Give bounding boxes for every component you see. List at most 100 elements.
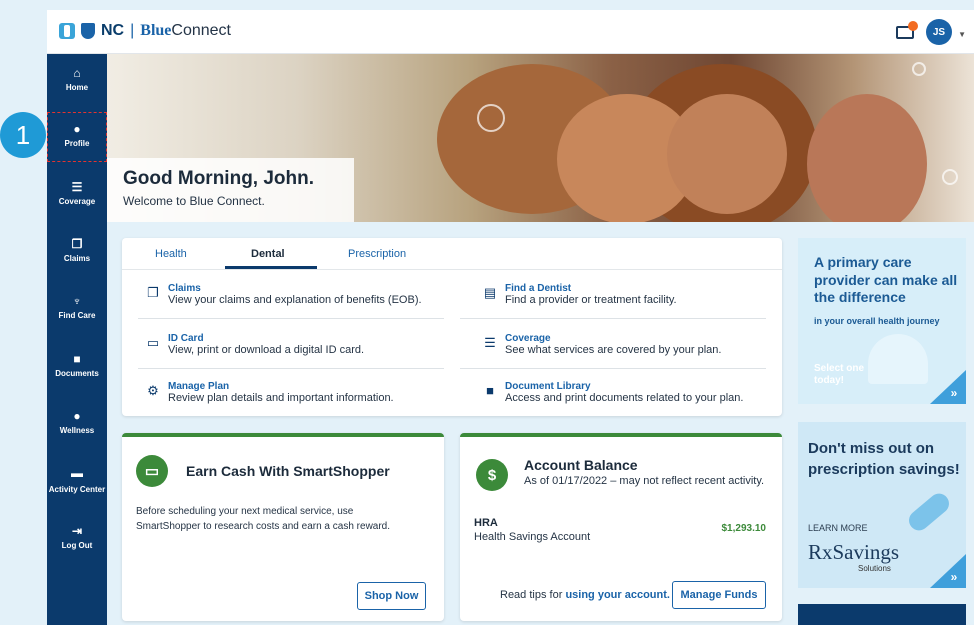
account-tips: Read tips for using your account.	[500, 589, 670, 601]
hra-label: HRA	[474, 517, 498, 529]
logo-separator: |	[130, 22, 135, 39]
greeting-panel: Good Morning, John. Welcome to Blue Conn…	[107, 158, 354, 222]
account-balance-card: $ Account Balance As of 01/17/2022 – may…	[460, 433, 782, 621]
link-title[interactable]: ID Card	[168, 333, 364, 344]
logo-blue-text: Blue	[140, 22, 172, 39]
home-icon: ⌂	[73, 66, 81, 80]
link-title[interactable]: Find a Dentist	[505, 283, 677, 294]
tab-divider	[122, 269, 782, 270]
gear-icon: ⚙	[147, 383, 159, 398]
using-your-account-link[interactable]: using your account.	[565, 589, 670, 601]
cash-card-icon: ▭	[136, 455, 168, 487]
row-divider	[138, 368, 444, 369]
row-divider	[138, 318, 444, 319]
rx-savings-logo: RxSavings	[808, 540, 900, 564]
sidebar-item-label: Find Care	[58, 311, 96, 320]
greeting-subtitle: Welcome to Blue Connect.	[123, 194, 265, 208]
link-title[interactable]: Coverage	[505, 333, 721, 344]
avatar[interactable]: JS	[926, 19, 952, 45]
tips-prefix: Read tips for	[500, 589, 563, 601]
link-document-library[interactable]: ■ Document Library Access and print docu…	[475, 381, 743, 404]
link-claims[interactable]: ❐ Claims View your claims and explanatio…	[138, 283, 422, 306]
rx-savings-promo[interactable]: Don't miss out on prescription savings! …	[798, 422, 966, 588]
sidebar-item-label: Claims	[63, 254, 91, 263]
tab-dental[interactable]: Dental	[251, 248, 285, 260]
dollar-icon: $	[476, 459, 508, 491]
logo-nc-text: NC	[101, 22, 125, 39]
stethoscope-icon: ♆	[72, 294, 82, 308]
primary-care-promo[interactable]: A primary care provider can make all the…	[798, 238, 966, 404]
link-title[interactable]: Claims	[168, 283, 422, 294]
sidebar-item-label: Coverage	[58, 197, 96, 206]
link-coverage[interactable]: ☰ Coverage See what services are covered…	[475, 333, 721, 356]
sidebar-item-documents[interactable]: ■ Documents	[47, 352, 107, 378]
storefront-icon: ▤	[483, 285, 497, 300]
bubble-shape	[912, 62, 926, 76]
mail-icon[interactable]	[896, 21, 918, 39]
greeting-title: Good Morning, John.	[123, 168, 315, 189]
sidebar-item-label: Log Out	[61, 541, 93, 550]
active-tab-indicator	[225, 266, 317, 269]
sidebar-item-profile[interactable]: ● Profile	[47, 112, 107, 162]
person-icon: ●	[73, 122, 81, 136]
sidebar-item-label: Activity Center	[48, 484, 106, 494]
list-icon: ☰	[71, 180, 83, 194]
sidebar-item-activity-center[interactable]: ▬ Activity Center	[47, 466, 107, 495]
link-description: View, print or download a digital ID car…	[168, 344, 365, 356]
quick-links-card: Health Dental Prescription ❐ Claims View…	[122, 238, 782, 416]
documents-icon: ❐	[147, 285, 159, 300]
sidebar-item-label: Home	[65, 83, 89, 92]
next-promo-card[interactable]	[798, 604, 966, 625]
link-title[interactable]: Manage Plan	[168, 381, 394, 392]
cross-logo-icon	[59, 23, 75, 39]
sidebar: ⌂ Home ● Profile ☰ Coverage ❐ Claims ♆ F…	[47, 54, 107, 625]
link-description: Review plan details and important inform…	[168, 392, 394, 404]
sidebar-item-coverage[interactable]: ☰ Coverage	[47, 180, 107, 206]
sidebar-item-find-care[interactable]: ♆ Find Care	[47, 294, 107, 320]
link-description: See what services are covered by your pl…	[505, 344, 722, 356]
account-balance-subtitle: As of 01/17/2022 – may not reflect recen…	[524, 475, 765, 487]
person-illustration-icon	[868, 334, 928, 384]
chevron-right-icon[interactable]: »	[930, 554, 966, 588]
link-manage-plan[interactable]: ⚙ Manage Plan Review plan details and im…	[138, 381, 394, 404]
sidebar-item-claims[interactable]: ❐ Claims	[47, 237, 107, 263]
hra-balance: $1,293.10	[721, 523, 767, 534]
account-balance-title: Account Balance	[524, 457, 638, 473]
folder-icon: ■	[73, 352, 81, 366]
card-icon: ▬	[71, 466, 83, 480]
smartshopper-card: ▭ Earn Cash With SmartShopper Before sch…	[122, 433, 444, 621]
shop-now-button[interactable]: Shop Now	[357, 582, 426, 610]
sidebar-item-log-out[interactable]: ⇥ Log Out	[47, 524, 107, 550]
tab-health[interactable]: Health	[155, 248, 187, 260]
link-description: Access and print documents related to yo…	[505, 392, 744, 404]
blue-connect-logo[interactable]: NC | BlueConnect	[59, 22, 231, 40]
link-title[interactable]: Document Library	[505, 381, 743, 392]
id-card-icon: ▭	[146, 335, 160, 350]
sidebar-item-wellness[interactable]: ● Wellness	[47, 409, 107, 435]
sidebar-item-label: Profile	[64, 139, 90, 148]
sidebar-item-home[interactable]: ⌂ Home	[47, 66, 107, 92]
learn-more-link[interactable]: LEARN MORE	[808, 523, 868, 533]
apple-icon: ●	[73, 409, 81, 423]
link-description: Find a provider or treatment facility.	[505, 294, 677, 306]
top-bar: NC | BlueConnect JS ▼	[47, 10, 974, 54]
sidebar-item-label: Wellness	[59, 426, 95, 435]
rx-savings-logo-subtitle: Solutions	[858, 564, 891, 573]
smartshopper-body: Before scheduling your next medical serv…	[136, 506, 391, 532]
folder-icon: ■	[486, 383, 494, 398]
list-icon: ☰	[484, 335, 496, 350]
chevron-right-icon[interactable]: »	[930, 370, 966, 404]
link-find-a-dentist[interactable]: ▤ Find a Dentist Find a provider or trea…	[475, 283, 677, 306]
row-divider	[460, 368, 766, 369]
sidebar-item-label: Documents	[55, 369, 99, 378]
manage-funds-button[interactable]: Manage Funds	[672, 581, 766, 609]
promo-title: Don't miss out on prescription savings!	[808, 440, 960, 478]
logout-icon: ⇥	[71, 524, 83, 538]
link-description: View your claims and explanation of bene…	[168, 294, 422, 306]
chevron-down-icon[interactable]: ▼	[958, 30, 966, 39]
link-id-card[interactable]: ▭ ID Card View, print or download a digi…	[138, 333, 364, 356]
shield-logo-icon	[81, 23, 95, 39]
pill-icon	[904, 489, 954, 535]
select-one-today-link[interactable]: Select one today!	[814, 363, 874, 387]
tab-prescription[interactable]: Prescription	[348, 248, 406, 260]
